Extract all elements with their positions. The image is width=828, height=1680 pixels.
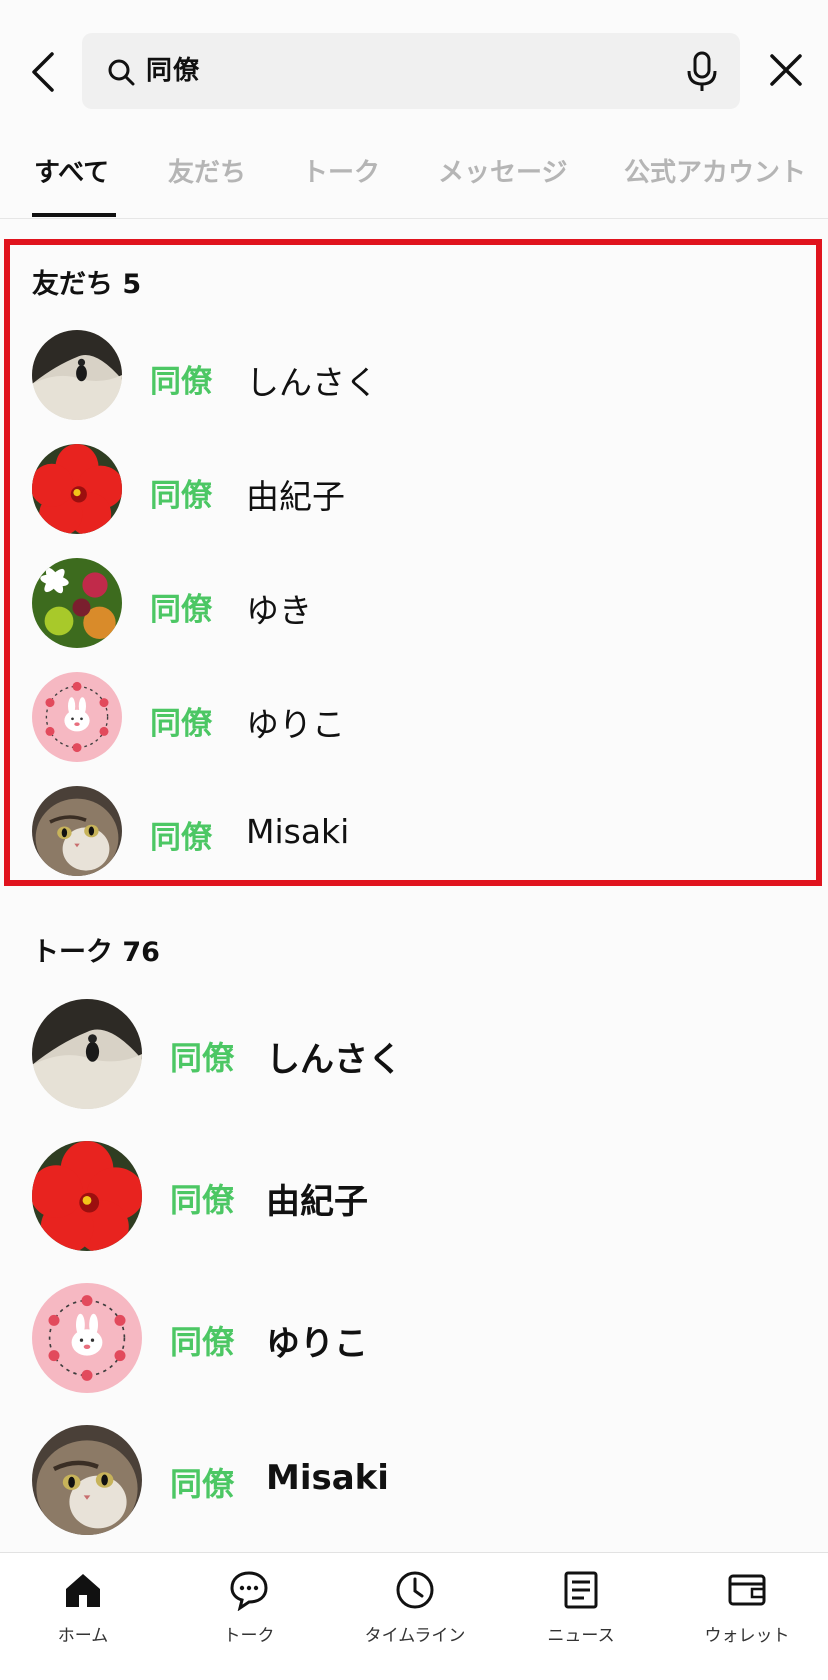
- group-tag: 同僚: [170, 1323, 235, 1361]
- group-tag: 同僚: [150, 706, 212, 742]
- filter-tabs: すべて 友だち トーク メッセージ 公式アカウント: [0, 130, 828, 219]
- tab-official-accounts[interactable]: 公式アカウント: [624, 152, 806, 189]
- talk-name: Misaki: [266, 1458, 389, 1498]
- back-arrow-icon[interactable]: [22, 46, 66, 98]
- microphone-icon[interactable]: [684, 51, 720, 93]
- friend-name: ゆき: [246, 591, 312, 630]
- nav-label: ホーム: [57, 1626, 109, 1646]
- bottom-navigation: ホーム トーク タイムライン ニュース ウォレット: [0, 1552, 828, 1680]
- group-tag: 同僚: [150, 364, 212, 400]
- talks-section-title: トーク 76: [32, 937, 160, 968]
- nav-wallet[interactable]: ウォレット: [664, 1553, 828, 1680]
- avatar: [32, 330, 122, 420]
- search-header: 同僚: [0, 0, 828, 130]
- active-tab-indicator: [32, 213, 116, 217]
- nav-timeline[interactable]: タイムライン: [332, 1553, 498, 1680]
- friends-section-title: 友だち 5: [32, 269, 142, 300]
- nav-label: ニュース: [547, 1626, 615, 1646]
- talk-name: しんさく: [266, 1040, 402, 1080]
- avatar: [32, 672, 122, 762]
- avatar: [32, 558, 122, 648]
- nav-label: タイムライン: [364, 1626, 466, 1646]
- tab-friends[interactable]: 友だち: [168, 152, 246, 189]
- nav-talk[interactable]: トーク: [166, 1553, 332, 1680]
- talk-name: ゆりこ: [266, 1324, 368, 1364]
- friend-name: 由紀子: [246, 477, 345, 516]
- friend-name: しんさく: [246, 363, 378, 402]
- avatar: [32, 1425, 142, 1535]
- group-tag: 同僚: [170, 1039, 235, 1077]
- friend-name: ゆりこ: [246, 705, 345, 744]
- tab-all[interactable]: すべて: [34, 152, 109, 189]
- search-icon: [106, 57, 136, 87]
- group-tag: 同僚: [170, 1465, 235, 1503]
- news-icon: [560, 1569, 602, 1611]
- group-tag: 同僚: [150, 820, 212, 856]
- tab-talks[interactable]: トーク: [302, 152, 380, 189]
- group-tag: 同僚: [150, 592, 212, 628]
- talk-name: 由紀子: [266, 1182, 368, 1222]
- clock-icon: [394, 1569, 436, 1611]
- wallet-icon: [726, 1569, 768, 1611]
- nav-label: ウォレット: [704, 1626, 790, 1646]
- highlight-frame: [4, 239, 822, 886]
- group-tag: 同僚: [150, 478, 212, 514]
- avatar: [32, 786, 122, 876]
- group-tag: 同僚: [170, 1181, 235, 1219]
- close-icon[interactable]: [766, 50, 806, 90]
- tab-messages[interactable]: メッセージ: [438, 152, 567, 189]
- avatar: [32, 1141, 142, 1251]
- avatar: [32, 444, 122, 534]
- friend-name: Misaki: [246, 812, 350, 851]
- home-icon: [62, 1569, 104, 1611]
- nav-home[interactable]: ホーム: [0, 1553, 166, 1680]
- nav-news[interactable]: ニュース: [498, 1553, 664, 1680]
- avatar: [32, 999, 142, 1109]
- avatar: [32, 1283, 142, 1393]
- chat-bubble-icon: [228, 1569, 270, 1612]
- search-input[interactable]: 同僚: [82, 33, 740, 109]
- search-query[interactable]: 同僚: [146, 33, 200, 109]
- nav-label: トーク: [223, 1626, 275, 1646]
